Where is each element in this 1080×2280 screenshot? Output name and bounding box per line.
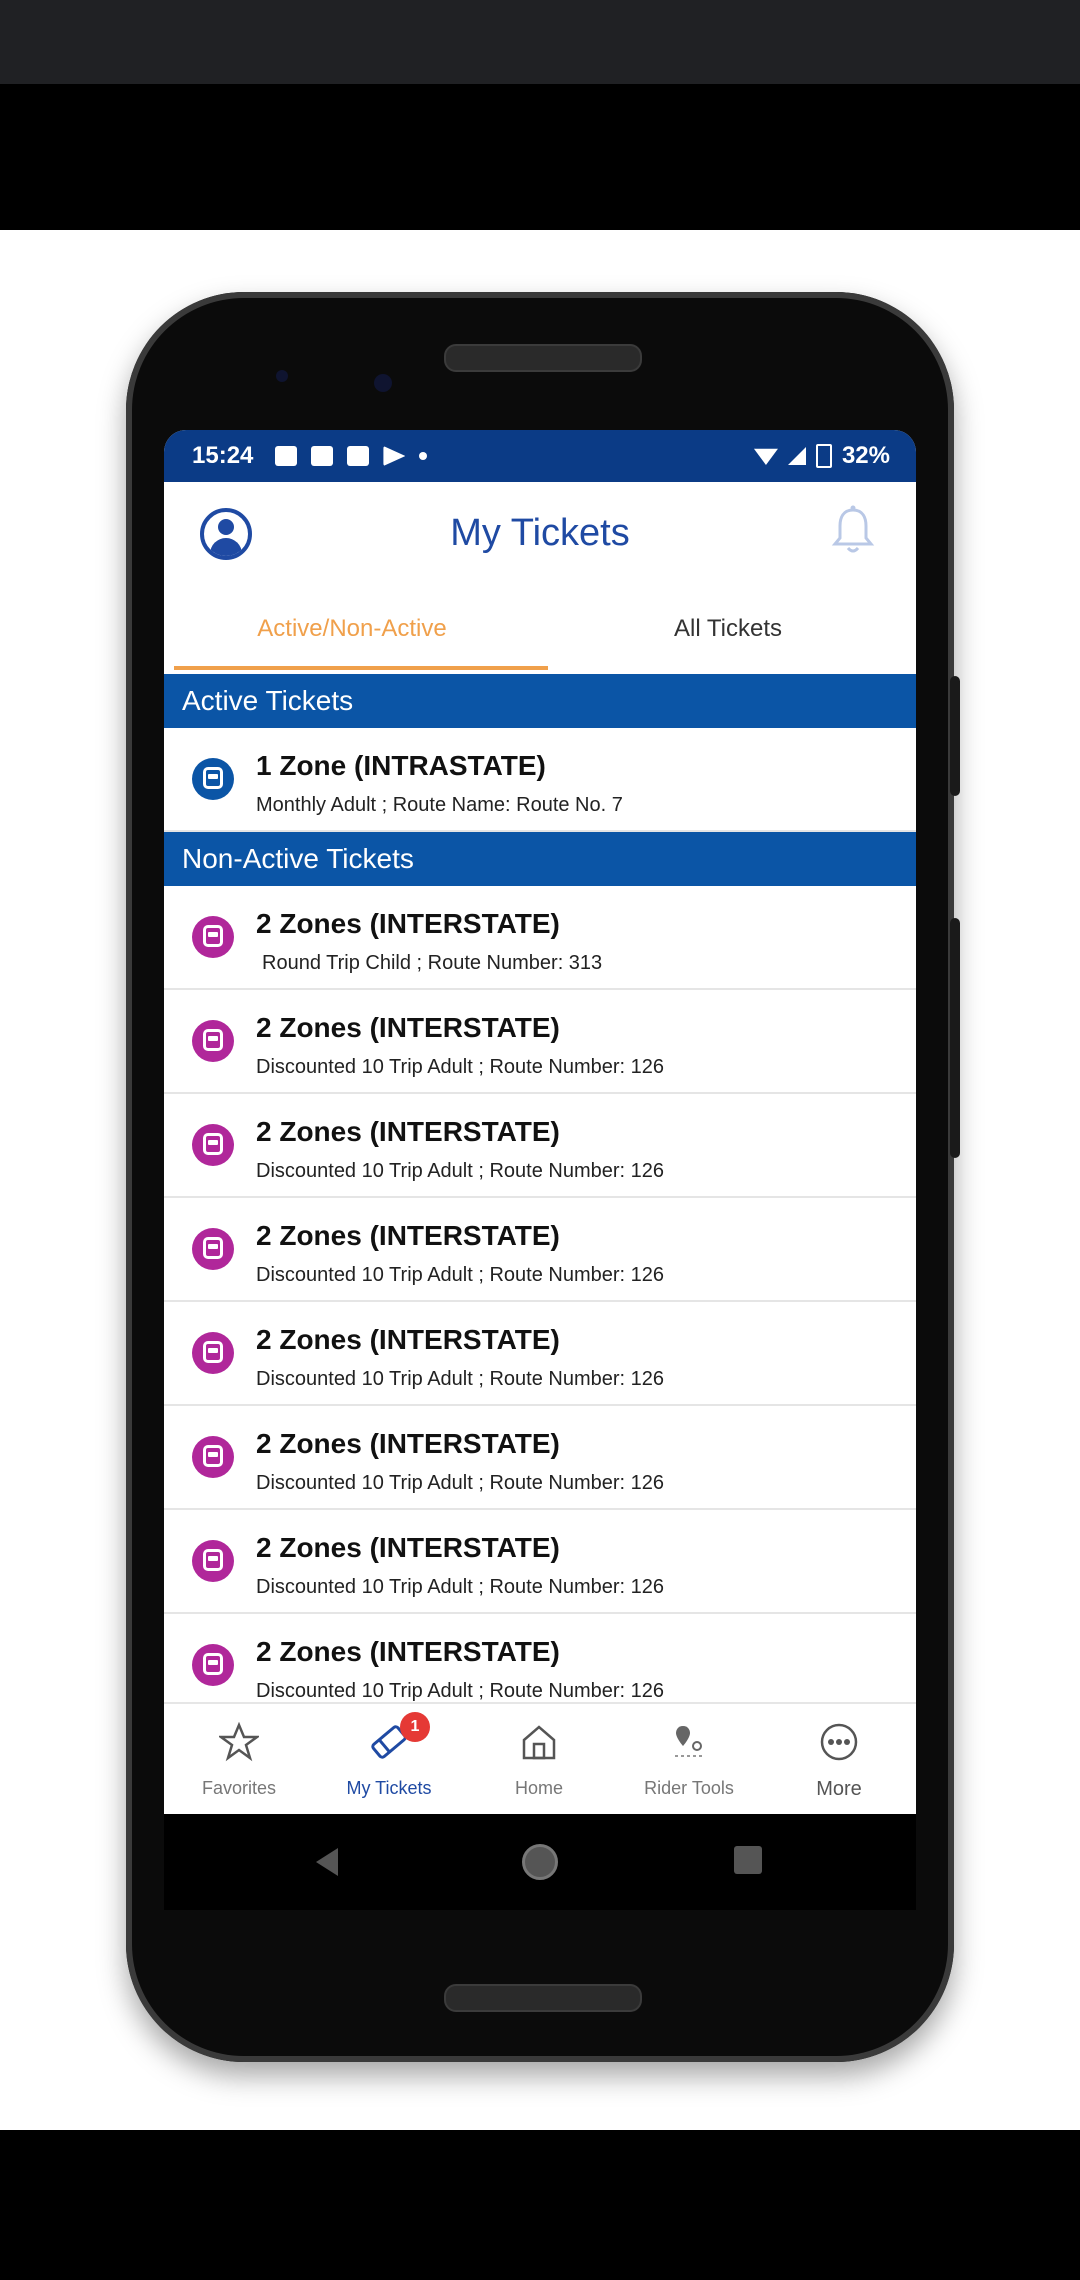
ticket-subtitle: Discounted 10 Trip Adult ; Route Number:… [256, 1056, 665, 1078]
ticket-title: 2 Zones (INTERSTATE) [256, 1428, 560, 1459]
notification-icons [275, 446, 428, 466]
nav-label: My Tickets [346, 1778, 432, 1798]
ticket-row[interactable]: 2 Zones (INTERSTATE) Discounted 10 Trip … [164, 1510, 916, 1614]
bell-icon[interactable] [830, 504, 876, 558]
camera-icon [374, 374, 392, 392]
page-title: My Tickets [450, 512, 630, 554]
bottom-navigation: Favorites 1 My Tickets Home Rider Tools … [164, 1702, 916, 1816]
nav-label: More [816, 1778, 862, 1800]
ticket-subtitle: Round Trip Child ; Route Number: 313 [262, 952, 603, 974]
bus-icon [192, 1644, 234, 1686]
battery-icon [815, 444, 832, 468]
tab-all-tickets[interactable]: All Tickets [540, 584, 916, 674]
bus-icon [192, 1540, 234, 1582]
bus-icon [192, 1124, 234, 1166]
top-speaker [444, 344, 642, 372]
app-screen: 15:24 32% My Tickets Active/Non-Active A… [164, 430, 916, 1910]
nav-home[interactable]: Home [464, 1704, 614, 1816]
ticket-row[interactable]: 2 Zones (INTERSTATE) Discounted 10 Trip … [164, 1302, 916, 1406]
power-button [950, 676, 960, 796]
bus-icon [192, 916, 234, 958]
nav-more[interactable]: More [764, 1704, 914, 1816]
more-icon [820, 1723, 858, 1761]
nav-rider-tools[interactable]: Rider Tools [614, 1704, 764, 1816]
wifi-icon [753, 448, 778, 465]
ticket-subtitle: Discounted 10 Trip Adult ; Route Number:… [256, 1576, 665, 1598]
bottom-speaker [444, 1984, 642, 2012]
ticket-row[interactable]: 2 Zones (INTERSTATE) Round Trip Child ; … [164, 886, 916, 990]
ticket-title: 2 Zones (INTERSTATE) [256, 1636, 560, 1667]
bus-icon [192, 1020, 234, 1062]
play-icon [383, 446, 406, 466]
camera-icon [276, 370, 288, 382]
system-navigation [164, 1814, 916, 1910]
ticket-title: 2 Zones (INTERSTATE) [256, 1220, 560, 1251]
ticket-row[interactable]: 2 Zones (INTERSTATE) Discounted 10 Trip … [164, 1094, 916, 1198]
volume-button [950, 918, 960, 1158]
image-icon [275, 446, 298, 466]
mail-icon [347, 446, 370, 466]
ticket-title: 2 Zones (INTERSTATE) [256, 1012, 560, 1043]
back-icon[interactable] [312, 1846, 342, 1878]
mail-icon [311, 446, 334, 466]
ticket-subtitle: Discounted 10 Trip Adult ; Route Number:… [256, 1368, 665, 1390]
home-button[interactable] [522, 1844, 558, 1880]
nav-label: Favorites [201, 1778, 277, 1798]
nav-my-tickets[interactable]: 1 My Tickets [314, 1704, 464, 1816]
dot-icon [419, 452, 428, 460]
ticket-title: 2 Zones (INTERSTATE) [256, 1116, 560, 1147]
battery-percent: 32% [841, 442, 890, 469]
tab-indicator [174, 666, 548, 670]
bus-icon [192, 1332, 234, 1374]
ticket-subtitle: Discounted 10 Trip Adult ; Route Number:… [256, 1472, 665, 1494]
ticket-title: 2 Zones (INTERSTATE) [256, 1532, 560, 1563]
section-header-active: Active Tickets [164, 674, 916, 728]
bus-icon [192, 758, 234, 800]
ticket-row[interactable]: 2 Zones (INTERSTATE) Discounted 10 Trip … [164, 1406, 916, 1510]
ticket-title: 1 Zone (INTRASTATE) [256, 750, 546, 781]
status-bar: 15:24 32% [164, 430, 916, 482]
nav-label: Home [514, 1778, 563, 1798]
signal-icon [787, 447, 806, 465]
tab-bar: Active/Non-Active All Tickets [164, 584, 916, 674]
star-icon [219, 1722, 259, 1762]
ticket-subtitle: Monthly Adult ; Route Name: Route No. 7 [256, 794, 623, 816]
ticket-subtitle: Discounted 10 Trip Adult ; Route Number:… [256, 1264, 665, 1286]
notification-badge: 1 [400, 1712, 430, 1742]
map-pin-icon [675, 1726, 703, 1757]
ticket-title: 2 Zones (INTERSTATE) [256, 908, 560, 939]
nav-label: Rider Tools [644, 1778, 734, 1798]
status-time: 15:24 [192, 442, 254, 469]
ticket-subtitle: Discounted 10 Trip Adult ; Route Number:… [256, 1680, 665, 1702]
ticket-row[interactable]: 2 Zones (INTERSTATE) Discounted 10 Trip … [164, 1198, 916, 1302]
ticket-row[interactable]: 2 Zones (INTERSTATE) Discounted 10 Trip … [164, 990, 916, 1094]
bus-icon [192, 1436, 234, 1478]
ticket-title: 2 Zones (INTERSTATE) [256, 1324, 560, 1355]
section-header-non-active: Non-Active Tickets [164, 832, 916, 886]
tab-active-non-active[interactable]: Active/Non-Active [164, 584, 540, 674]
top-system-bar [0, 0, 1080, 84]
recents-icon[interactable] [734, 1846, 762, 1874]
app-header: My Tickets [164, 482, 916, 584]
bus-icon [192, 1228, 234, 1270]
ticket-row[interactable]: 1 Zone (INTRASTATE) Monthly Adult ; Rout… [164, 728, 916, 832]
nav-favorites[interactable]: Favorites [164, 1704, 314, 1816]
home-icon [522, 1725, 556, 1760]
status-right: 32% [753, 430, 890, 482]
ticket-subtitle: Discounted 10 Trip Adult ; Route Number:… [256, 1160, 665, 1182]
